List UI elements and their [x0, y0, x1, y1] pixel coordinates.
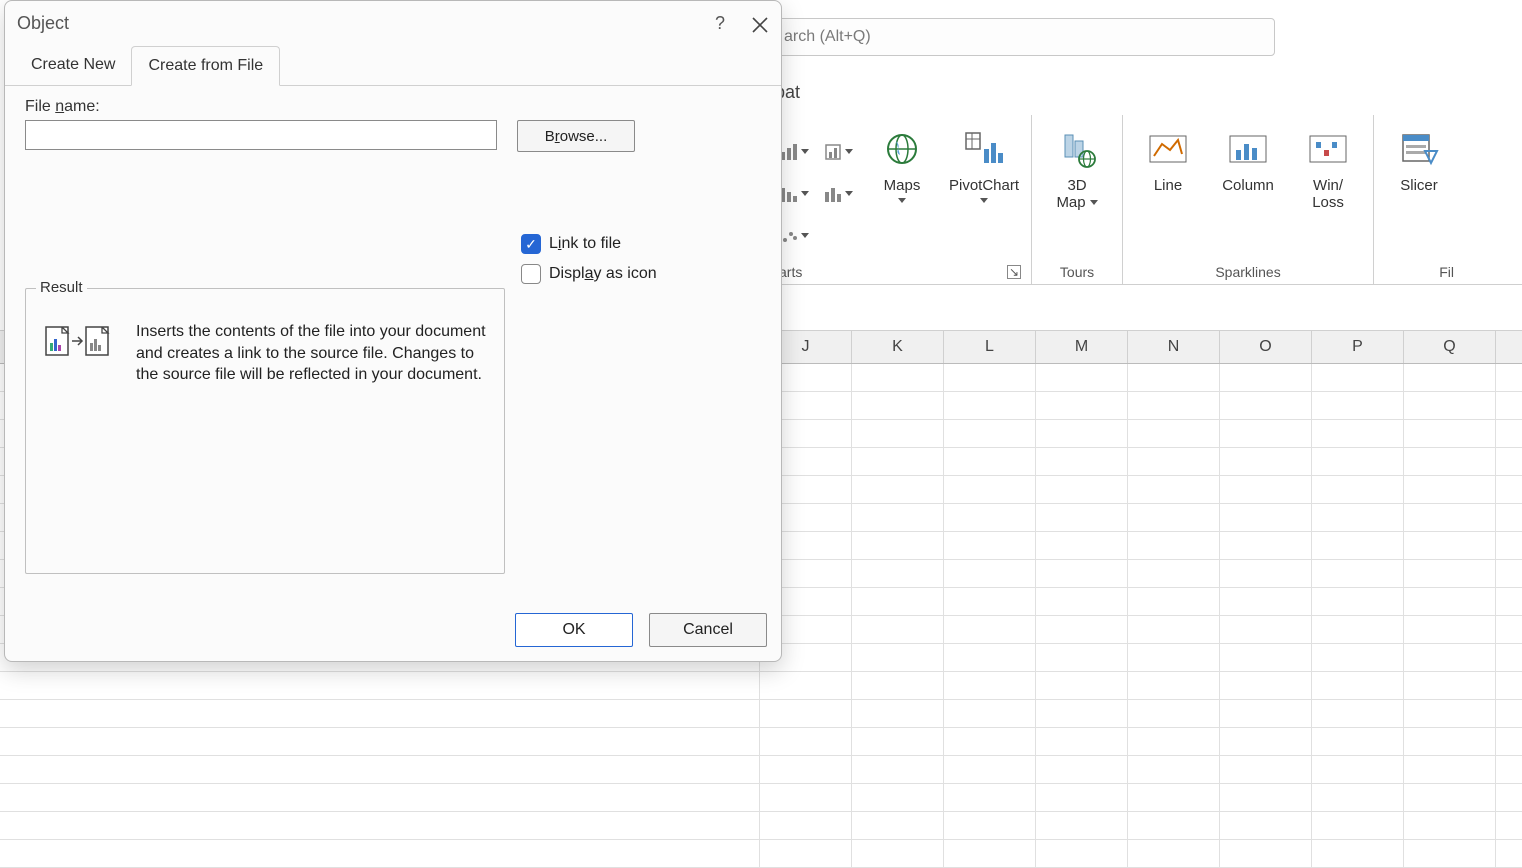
sparkline-winloss-icon — [1306, 127, 1350, 171]
tours-group-label: Tours — [1060, 264, 1094, 280]
slicer-icon — [1397, 127, 1441, 171]
browse-button[interactable]: Browse... — [517, 120, 635, 152]
filters-group-label-fragment: Fil — [1439, 264, 1454, 280]
chart-mini-buttons — [779, 123, 813, 264]
sparkline-column-icon — [1226, 127, 1270, 171]
checkbox-unchecked-icon — [521, 264, 541, 284]
slicer-label: Slicer — [1400, 177, 1438, 194]
display-as-icon-checkbox[interactable]: Display as icon — [521, 264, 657, 284]
3d-map-label-2: Map — [1056, 194, 1085, 211]
sparkline-line-icon — [1146, 127, 1190, 171]
search-input[interactable]: arch (Alt+Q) — [775, 18, 1275, 56]
pivotchart-icon — [962, 127, 1006, 171]
close-icon[interactable] — [751, 14, 769, 32]
checkbox-checked-icon: ✓ — [521, 234, 541, 254]
col-header[interactable]: N — [1128, 331, 1220, 363]
chart-dropdown-1[interactable] — [779, 135, 813, 169]
col-header[interactable]: L — [944, 331, 1036, 363]
maps-label: Maps — [884, 177, 921, 194]
chart-dropdown-2[interactable] — [779, 177, 813, 211]
result-legend: Result — [36, 279, 87, 296]
sparkline-line-button[interactable]: Line — [1133, 123, 1203, 264]
dialog-tabs: Create New Create from File — [5, 45, 781, 86]
sparkline-column-button[interactable]: Column — [1213, 123, 1283, 264]
result-description: Inserts the contents of the file into yo… — [136, 321, 488, 386]
ribbon: Maps PivotChart arts ↘ — [775, 115, 1522, 285]
dialog-body: File name: Browse... ✓ Link to file Disp… — [5, 86, 781, 603]
search-placeholder-fragment: arch (Alt+Q) — [784, 28, 871, 46]
dialog-titlebar: Object ? — [5, 1, 781, 45]
col-header[interactable]: Q — [1404, 331, 1496, 363]
result-group: Result Inserts the contents of the file … — [25, 288, 505, 574]
ok-button[interactable]: OK — [515, 613, 633, 647]
file-name-input[interactable] — [25, 120, 497, 150]
col-header[interactable]: O — [1220, 331, 1312, 363]
col-header[interactable]: M — [1036, 331, 1128, 363]
3d-map-icon — [1055, 127, 1099, 171]
globe-icon — [880, 127, 924, 171]
pivotchart-button[interactable]: PivotChart — [947, 123, 1021, 264]
pivotchart-label: PivotChart — [949, 177, 1019, 194]
maps-button[interactable]: Maps — [867, 123, 937, 264]
dialog-title: Object — [17, 13, 69, 34]
3d-map-button[interactable]: 3D Map — [1042, 123, 1112, 264]
file-name-label: File name: — [25, 98, 761, 116]
col-header[interactable]: P — [1312, 331, 1404, 363]
object-dialog: Object ? Create New Create from File Fil… — [4, 0, 782, 662]
cancel-button[interactable]: Cancel — [649, 613, 767, 647]
tab-create-new[interactable]: Create New — [15, 46, 131, 86]
3d-map-label-1: 3D — [1067, 177, 1086, 194]
slicer-button[interactable]: Slicer — [1384, 123, 1454, 264]
sparkline-line-label: Line — [1154, 177, 1182, 194]
result-link-icon — [42, 321, 114, 361]
sparkline-winloss-button[interactable]: Win/ Loss — [1293, 123, 1363, 264]
sparkline-winloss-label-1: Win/ — [1313, 177, 1343, 194]
sparkline-column-label: Column — [1222, 177, 1274, 194]
help-icon[interactable]: ? — [715, 13, 725, 34]
chart-dropdown-4[interactable] — [823, 135, 857, 169]
sparklines-group-label: Sparklines — [1215, 264, 1280, 280]
sparkline-winloss-label-2: Loss — [1312, 194, 1344, 211]
tab-create-from-file[interactable]: Create from File — [131, 46, 280, 86]
charts-group-label-fragment: arts — [779, 264, 802, 280]
chart-mini-buttons-2 — [823, 123, 857, 264]
col-header[interactable]: K — [852, 331, 944, 363]
link-to-file-checkbox[interactable]: ✓ Link to file — [521, 234, 657, 254]
charts-dialog-launcher-icon[interactable]: ↘ — [1007, 265, 1021, 279]
chart-dropdown-3[interactable] — [779, 219, 813, 253]
chart-dropdown-5[interactable] — [823, 177, 857, 211]
